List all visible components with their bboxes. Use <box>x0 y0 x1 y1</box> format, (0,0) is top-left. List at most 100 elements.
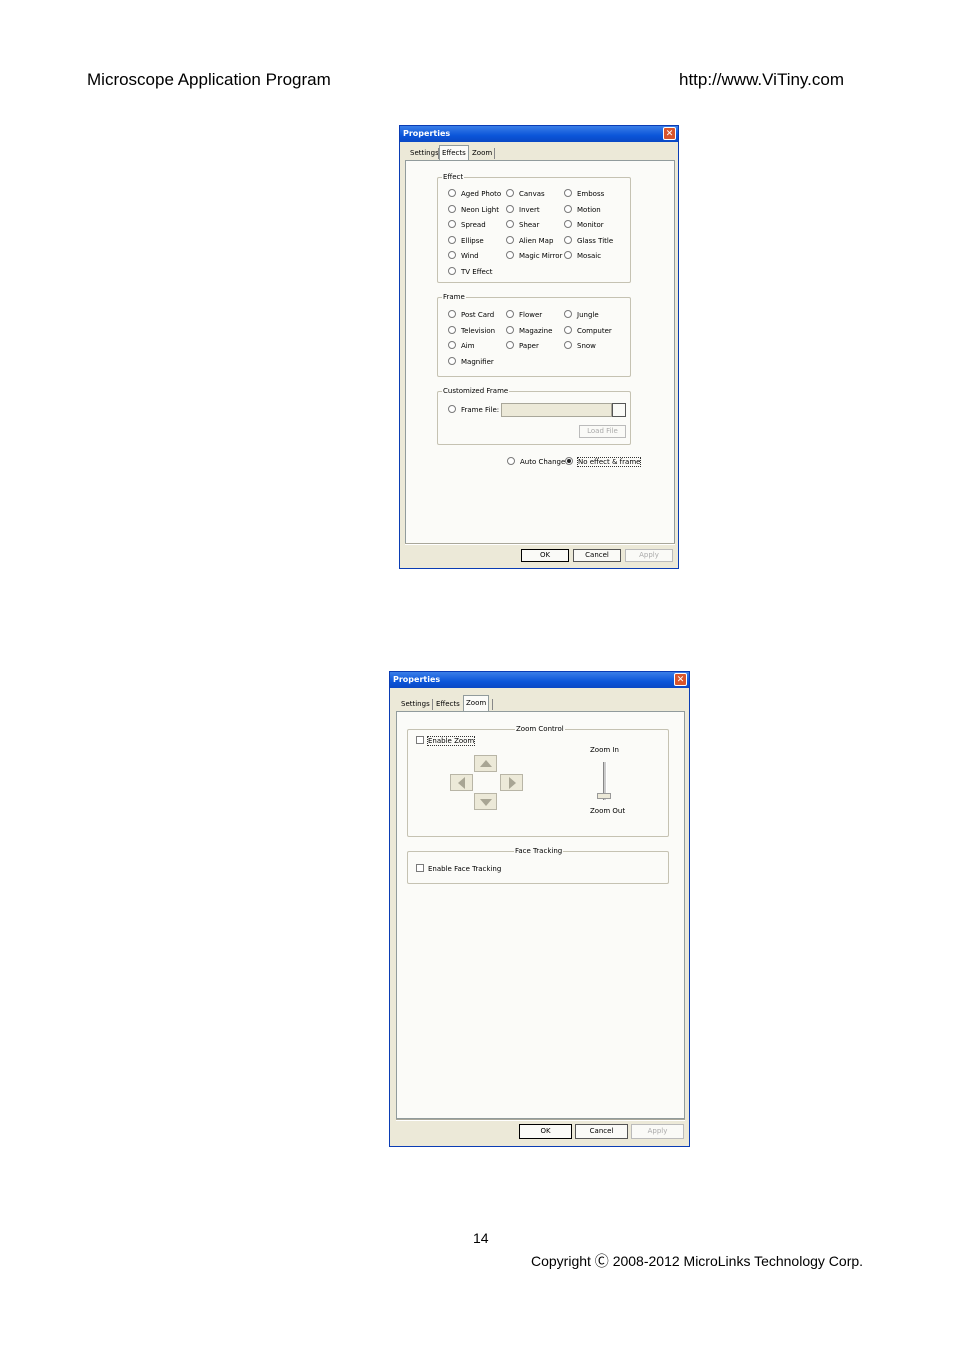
ok-button[interactable]: OK <box>521 549 569 562</box>
ok-button[interactable]: OK <box>519 1124 572 1139</box>
title-bar[interactable]: Properties ✕ <box>390 672 689 688</box>
radio-label: Emboss <box>577 190 605 198</box>
cancel-button[interactable]: Cancel <box>573 549 621 562</box>
radio-invert[interactable]: Invert <box>506 205 540 215</box>
customized-frame-label: Customized Frame <box>442 387 510 395</box>
tab-effects[interactable]: Effects <box>434 698 462 711</box>
radio-aim[interactable]: Aim <box>448 341 475 351</box>
arrow-down-icon <box>480 799 492 806</box>
radio-magazine[interactable]: Magazine <box>506 326 552 336</box>
radio-indicator <box>564 236 572 244</box>
close-button[interactable]: ✕ <box>663 127 676 140</box>
radio-indicator <box>448 220 456 228</box>
tab-settings[interactable]: Settings <box>399 698 432 711</box>
radio-indicator <box>564 189 572 197</box>
close-icon: ✕ <box>676 675 685 685</box>
radio-wind[interactable]: Wind <box>448 251 479 261</box>
radio-label: Glass Title <box>577 237 614 245</box>
tab-panel: Zoom Control Enable Zoom Zoom In Zoom Ou… <box>396 711 685 1119</box>
pan-down-button[interactable] <box>474 793 497 810</box>
radio-indicator <box>448 357 456 365</box>
radio-indicator <box>564 205 572 213</box>
footer-divider <box>396 1119 685 1121</box>
zoom-slider-thumb[interactable] <box>597 793 611 799</box>
radio-label: Television <box>461 327 496 335</box>
radio-label: Jungle <box>577 311 599 319</box>
radio-snow[interactable]: Snow <box>564 341 596 351</box>
radio-indicator <box>506 220 514 228</box>
radio-tv-effect[interactable]: TV Effect <box>448 267 492 277</box>
radio-indicator <box>506 236 514 244</box>
radio-indicator <box>448 326 456 334</box>
frame-group-label: Frame <box>442 293 466 301</box>
radio-alien-map[interactable]: Alien Map <box>506 236 553 246</box>
radio-motion[interactable]: Motion <box>564 205 601 215</box>
doc-header-title: Microscope Application Program <box>87 70 331 89</box>
checkbox-label: Enable Zoom <box>426 736 476 746</box>
radio-post-card[interactable]: Post Card <box>448 310 494 320</box>
radio-shear[interactable]: Shear <box>506 220 539 230</box>
radio-label: Frame File: <box>461 406 500 414</box>
radio-computer[interactable]: Computer <box>564 326 612 336</box>
radio-label: Neon Light <box>461 206 499 214</box>
zoom-control-label: Zoom Control <box>515 725 565 733</box>
radio-television[interactable]: Television <box>448 326 495 336</box>
radio-label: Canvas <box>519 190 545 198</box>
enable-zoom-checkbox[interactable]: Enable Zoom <box>416 736 476 746</box>
radio-label: Shear <box>519 221 540 229</box>
radio-magic-mirror[interactable]: Magic Mirror <box>506 251 562 261</box>
apply-button[interactable]: Apply <box>625 549 673 562</box>
radio-indicator <box>507 457 515 465</box>
radio-ellipse[interactable]: Ellipse <box>448 236 484 246</box>
radio-label: Auto Change <box>520 458 566 466</box>
tab-panel: Effect Aged Photo Canvas Emboss Neon Lig… <box>405 160 675 545</box>
tab-effects[interactable]: Effects <box>439 145 469 161</box>
radio-label: Magic Mirror <box>519 252 563 260</box>
radio-aged-photo[interactable]: Aged Photo <box>448 189 501 199</box>
tab-separator <box>494 148 495 159</box>
radio-indicator <box>564 251 572 259</box>
close-button[interactable]: ✕ <box>674 673 687 686</box>
radio-mosaic[interactable]: Mosaic <box>564 251 601 261</box>
doc-header-url[interactable]: http://www.ViTiny.com <box>679 70 844 90</box>
radio-indicator <box>506 189 514 197</box>
apply-button[interactable]: Apply <box>631 1124 684 1139</box>
radio-monitor[interactable]: Monitor <box>564 220 604 230</box>
radio-label: Mosaic <box>577 252 602 260</box>
radio-indicator <box>564 220 572 228</box>
enable-face-tracking-checkbox[interactable]: Enable Face Tracking <box>416 864 501 874</box>
pan-up-button[interactable] <box>474 755 497 772</box>
radio-spread[interactable]: Spread <box>448 220 486 230</box>
radio-jungle[interactable]: Jungle <box>564 310 599 320</box>
customized-frame-group: Customized Frame Frame File: Load File <box>437 387 631 445</box>
radio-flower[interactable]: Flower <box>506 310 542 320</box>
radio-neon-light[interactable]: Neon Light <box>448 205 499 215</box>
radio-indicator <box>564 310 572 318</box>
tab-settings[interactable]: Settings <box>408 147 441 160</box>
radio-emboss[interactable]: Emboss <box>564 189 604 199</box>
frame-file-path-field[interactable] <box>501 403 612 417</box>
radio-no-effect-frame[interactable]: No effect & frame <box>565 457 642 467</box>
title-bar[interactable]: Properties ✕ <box>400 126 678 142</box>
radio-glass-title[interactable]: Glass Title <box>564 236 613 246</box>
pan-right-button[interactable] <box>500 774 523 791</box>
tab-zoom[interactable]: Zoom <box>470 147 494 160</box>
dialog-title: Properties <box>403 129 451 138</box>
radio-label: Flower <box>519 311 543 319</box>
radio-label: TV Effect <box>461 268 493 276</box>
checkbox-box <box>416 736 424 744</box>
pan-left-button[interactable] <box>450 774 473 791</box>
radio-magnifier[interactable]: Magnifier <box>448 357 494 367</box>
load-file-button[interactable]: Load File <box>579 425 626 438</box>
checkbox-box <box>416 864 424 872</box>
radio-frame-file[interactable]: Frame File: <box>448 405 499 415</box>
tab-zoom[interactable]: Zoom <box>463 695 490 711</box>
radio-paper[interactable]: Paper <box>506 341 539 351</box>
properties-dialog-effects: Properties ✕ Settings Effects Zoom Effec… <box>399 125 679 569</box>
radio-indicator <box>448 205 456 213</box>
cancel-button[interactable]: Cancel <box>575 1124 628 1139</box>
radio-label: Monitor <box>577 221 604 229</box>
radio-canvas[interactable]: Canvas <box>506 189 545 199</box>
browse-button[interactable] <box>612 403 626 417</box>
radio-auto-change[interactable]: Auto Change <box>507 457 565 467</box>
